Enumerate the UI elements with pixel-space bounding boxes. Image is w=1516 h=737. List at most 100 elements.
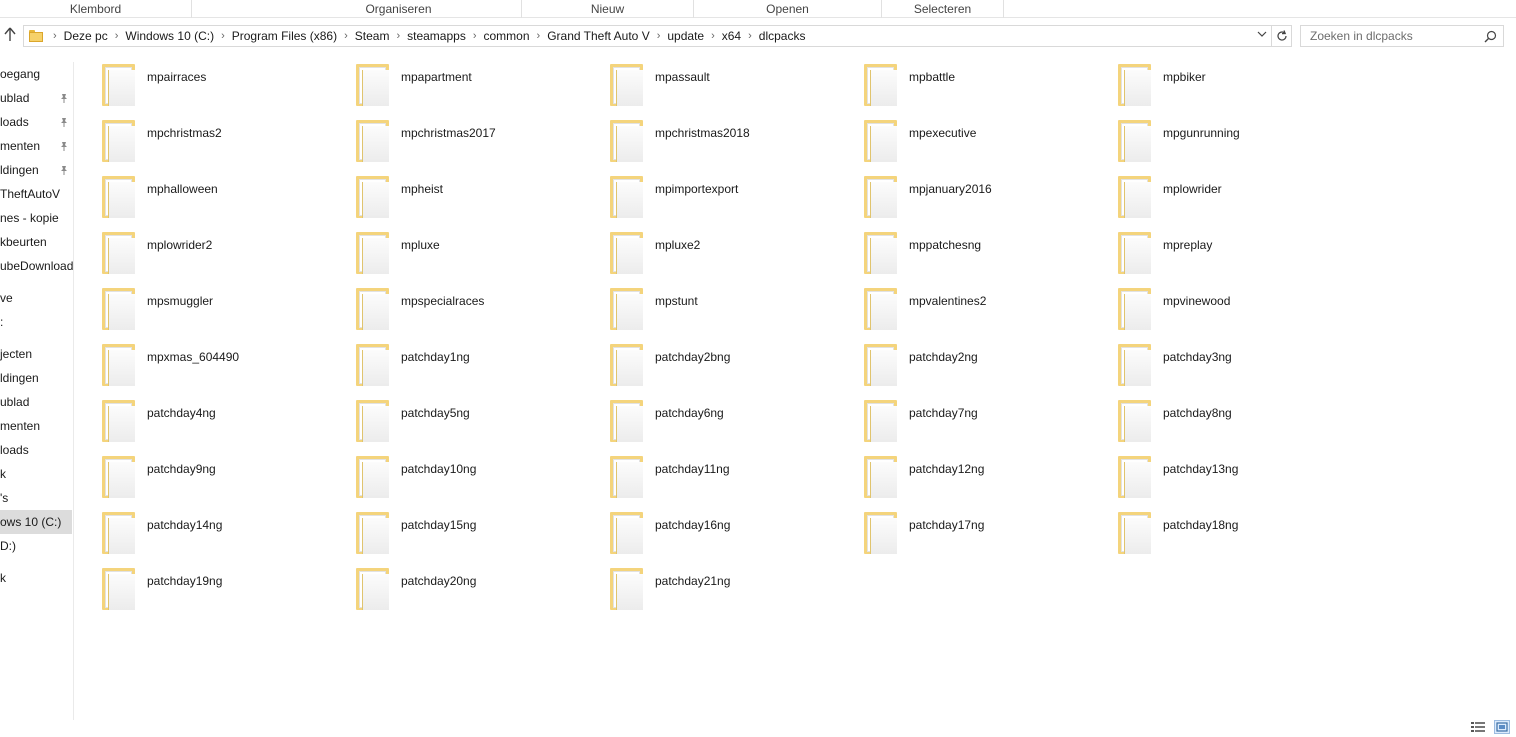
breadcrumb-item[interactable]: x64 bbox=[718, 29, 745, 43]
breadcrumb-item[interactable]: dlcpacks bbox=[755, 29, 810, 43]
nav-item[interactable]: 's bbox=[0, 486, 72, 510]
search-icon[interactable] bbox=[1484, 30, 1497, 43]
nav-item[interactable]: menten bbox=[0, 414, 72, 438]
folder-name: patchday7ng bbox=[909, 406, 978, 420]
folder-item[interactable]: mpassault bbox=[584, 56, 824, 112]
folder-item[interactable]: patchday16ng bbox=[584, 504, 824, 560]
folder-item[interactable]: mpjanuary2016 bbox=[838, 168, 1078, 224]
folder-item[interactable]: patchday8ng bbox=[1092, 392, 1332, 448]
breadcrumb-item[interactable]: Windows 10 (C:) bbox=[121, 29, 218, 43]
address-bar-row: › Deze pc › Windows 10 (C:) › Program Files (… bbox=[0, 20, 1516, 52]
folder-item[interactable]: patchday1ng bbox=[330, 336, 570, 392]
breadcrumb-item[interactable]: Grand Theft Auto V bbox=[543, 29, 654, 43]
nav-item[interactable]: jecten bbox=[0, 342, 72, 366]
breadcrumb-chevron-icon[interactable]: › bbox=[50, 30, 60, 42]
folder-item[interactable]: patchday3ng bbox=[1092, 336, 1332, 392]
folder-item[interactable]: patchday2bng bbox=[584, 336, 824, 392]
folder-item[interactable]: mpbiker bbox=[1092, 56, 1332, 112]
breadcrumb-item[interactable]: Program Files (x86) bbox=[228, 29, 341, 43]
breadcrumb-item[interactable]: steamapps bbox=[403, 29, 470, 43]
nav-item[interactable]: loads bbox=[0, 438, 72, 462]
folder-item[interactable]: mpvalentines2 bbox=[838, 280, 1078, 336]
breadcrumb-item[interactable]: common bbox=[480, 29, 534, 43]
nav-item[interactable]: k bbox=[0, 566, 72, 590]
up-arrow-icon[interactable] bbox=[2, 26, 18, 46]
nav-item[interactable]: D:) bbox=[0, 534, 72, 558]
folder-item[interactable]: patchday14ng bbox=[76, 504, 316, 560]
breadcrumb-chevron-icon[interactable]: › bbox=[534, 30, 544, 42]
folder-item[interactable]: mpsmuggler bbox=[76, 280, 316, 336]
folder-item[interactable]: mpgunrunning bbox=[1092, 112, 1332, 168]
large-icons-view-icon[interactable] bbox=[1494, 720, 1510, 734]
folder-name: mpimportexport bbox=[655, 182, 739, 196]
nav-item[interactable]: : bbox=[0, 310, 72, 334]
folder-item[interactable]: mplowrider bbox=[1092, 168, 1332, 224]
folder-item[interactable]: mpexecutive bbox=[838, 112, 1078, 168]
folder-item[interactable]: patchday5ng bbox=[330, 392, 570, 448]
nav-item[interactable]: TheftAutoV bbox=[0, 182, 72, 206]
nav-item[interactable]: ve bbox=[0, 286, 72, 310]
nav-item[interactable]: menten bbox=[0, 134, 72, 158]
nav-item[interactable]: kbeurten bbox=[0, 230, 72, 254]
refresh-icon[interactable] bbox=[1272, 25, 1292, 47]
breadcrumb-chevron-icon[interactable]: › bbox=[654, 30, 664, 42]
folder-item[interactable]: mpimportexport bbox=[584, 168, 824, 224]
folder-item[interactable]: mpluxe bbox=[330, 224, 570, 280]
nav-item[interactable]: oegang bbox=[0, 62, 72, 86]
breadcrumb-chevron-icon[interactable]: › bbox=[112, 30, 122, 42]
folder-item[interactable]: patchday20ng bbox=[330, 560, 570, 616]
breadcrumb-chevron-icon[interactable]: › bbox=[218, 30, 228, 42]
folder-item[interactable]: patchday4ng bbox=[76, 392, 316, 448]
folder-item[interactable]: mpluxe2 bbox=[584, 224, 824, 280]
folder-item[interactable]: patchday9ng bbox=[76, 448, 316, 504]
breadcrumb-chevron-icon[interactable]: › bbox=[470, 30, 480, 42]
folder-item[interactable]: mpreplay bbox=[1092, 224, 1332, 280]
folder-item[interactable]: patchday11ng bbox=[584, 448, 824, 504]
folder-item[interactable]: mpstunt bbox=[584, 280, 824, 336]
folder-item[interactable]: mpxmas_604490 bbox=[76, 336, 316, 392]
folder-item[interactable]: patchday18ng bbox=[1092, 504, 1332, 560]
nav-item[interactable]: ldingen bbox=[0, 158, 72, 182]
folder-item[interactable]: mpchristmas2 bbox=[76, 112, 316, 168]
breadcrumb-item[interactable]: Deze pc bbox=[60, 29, 112, 43]
search-input[interactable]: Zoeken in dlcpacks bbox=[1300, 25, 1504, 47]
nav-item[interactable]: nes - kopie bbox=[0, 206, 72, 230]
folder-item[interactable]: mpapartment bbox=[330, 56, 570, 112]
nav-item[interactable]: loads bbox=[0, 110, 72, 134]
folder-item[interactable]: patchday12ng bbox=[838, 448, 1078, 504]
breadcrumb-chevron-icon[interactable]: › bbox=[341, 30, 351, 42]
nav-item[interactable]: ublad bbox=[0, 86, 72, 110]
folder-item[interactable]: mpvinewood bbox=[1092, 280, 1332, 336]
folder-item[interactable]: patchday6ng bbox=[584, 392, 824, 448]
breadcrumb-chevron-icon[interactable]: › bbox=[393, 30, 403, 42]
folder-item[interactable]: mpchristmas2018 bbox=[584, 112, 824, 168]
folder-item[interactable]: mpheist bbox=[330, 168, 570, 224]
breadcrumb-chevron-icon[interactable]: › bbox=[745, 30, 755, 42]
folder-item[interactable]: patchday7ng bbox=[838, 392, 1078, 448]
nav-item[interactable]: ublad bbox=[0, 390, 72, 414]
address-bar[interactable]: › Deze pc › Windows 10 (C:) › Program Files (… bbox=[23, 25, 1272, 47]
folder-item[interactable]: mphalloween bbox=[76, 168, 316, 224]
breadcrumb-item[interactable]: update bbox=[663, 29, 708, 43]
folder-item[interactable]: patchday19ng bbox=[76, 560, 316, 616]
folder-item[interactable]: mpbattle bbox=[838, 56, 1078, 112]
chevron-down-icon[interactable] bbox=[1255, 27, 1269, 45]
folder-item[interactable]: patchday21ng bbox=[584, 560, 824, 616]
breadcrumb-item[interactable]: Steam bbox=[351, 29, 394, 43]
breadcrumb-chevron-icon[interactable]: › bbox=[708, 30, 718, 42]
folder-item[interactable]: patchday2ng bbox=[838, 336, 1078, 392]
folder-item[interactable]: patchday15ng bbox=[330, 504, 570, 560]
details-view-icon[interactable] bbox=[1470, 720, 1486, 734]
folder-item[interactable]: patchday17ng bbox=[838, 504, 1078, 560]
folder-item[interactable]: patchday10ng bbox=[330, 448, 570, 504]
folder-item[interactable]: mpspecialraces bbox=[330, 280, 570, 336]
nav-item[interactable]: ldingen bbox=[0, 366, 72, 390]
folder-item[interactable]: mpairraces bbox=[76, 56, 316, 112]
folder-item[interactable]: mppatchesng bbox=[838, 224, 1078, 280]
folder-item[interactable]: mpchristmas2017 bbox=[330, 112, 570, 168]
nav-item[interactable]: k bbox=[0, 462, 72, 486]
nav-item[interactable]: ubeDownloads bbox=[0, 254, 73, 278]
folder-item[interactable]: mplowrider2 bbox=[76, 224, 316, 280]
nav-item[interactable]: ows 10 (C:) bbox=[0, 510, 72, 534]
folder-item[interactable]: patchday13ng bbox=[1092, 448, 1332, 504]
